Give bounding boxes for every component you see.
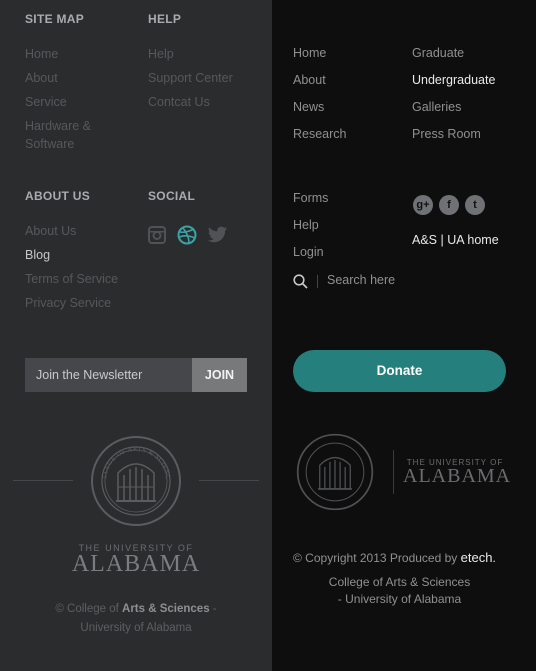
as-link[interactable]: A&S <box>412 233 437 247</box>
sitemap-link-home[interactable]: Home <box>25 45 58 63</box>
google-plus-icon[interactable]: g+ <box>413 195 433 215</box>
left-footer-panel: SITE MAP Home About Service Hardware & S… <box>0 0 272 671</box>
help-link-help[interactable]: Help <box>148 45 174 63</box>
sitemap-link-service[interactable]: Service <box>25 93 67 111</box>
newsletter-form: Join the Newsletter JOIN <box>25 358 247 392</box>
right-link-research[interactable]: Research <box>293 127 347 141</box>
social-heading: SOCIAL <box>148 189 196 203</box>
twitter-icon[interactable] <box>207 226 228 244</box>
ua-big-left: ALABAMA <box>71 551 201 577</box>
aboutus-link-about[interactable]: About Us <box>25 222 76 240</box>
right-link-pressroom[interactable]: Press Room <box>412 127 481 141</box>
twitter-circle-icon[interactable]: t <box>465 195 485 215</box>
donate-button[interactable]: Donate <box>293 350 506 392</box>
logo-divider <box>393 450 394 494</box>
dribbble-icon[interactable] <box>177 225 197 245</box>
right-link-login[interactable]: Login <box>293 245 324 259</box>
help-link-support[interactable]: Support Center <box>148 69 233 87</box>
newsletter-join-button[interactable]: JOIN <box>192 358 247 392</box>
search-divider <box>317 275 318 288</box>
ua-home-link[interactable]: UA home <box>447 233 498 247</box>
right-link-galleries[interactable]: Galleries <box>412 100 461 114</box>
right-copyright: © Copyright 2013 Produced by etech. <box>293 550 496 565</box>
divider-left <box>13 480 73 481</box>
right-link-graduate[interactable]: Graduate <box>412 46 464 60</box>
right-link-news[interactable]: News <box>293 100 324 114</box>
help-heading: HELP <box>148 12 182 26</box>
sitemap-link-about[interactable]: About <box>25 69 58 87</box>
right-social-icons: g+ f t <box>413 195 491 215</box>
right-college-line1: College of Arts & Sciences <box>328 575 471 589</box>
help-link-contact[interactable]: Contcat Us <box>148 93 210 111</box>
link-separator: | <box>440 233 444 247</box>
right-external-links: A&S | UA home <box>412 233 499 247</box>
right-link-about[interactable]: About <box>293 73 326 87</box>
right-link-undergraduate[interactable]: Undergraduate <box>412 73 495 87</box>
ua-big-right: ALABAMA <box>403 465 512 487</box>
left-copyright-line2: University of Alabama <box>80 622 192 634</box>
aboutus-link-privacy[interactable]: Privacy Service <box>25 294 111 312</box>
aboutus-heading: ABOUT US <box>25 189 91 203</box>
aboutus-link-blog[interactable]: Blog <box>25 246 50 264</box>
sitemap-link-hardware[interactable]: Hardware & Software <box>25 117 115 153</box>
college-seal-logo: COLLEGE OF ARTS & SCIENCES <box>90 435 181 526</box>
college-seal-logo-right <box>296 433 374 511</box>
left-copyright: © College of Arts & Sciences - <box>55 603 217 615</box>
right-college-line2: - University of Alabama <box>337 592 462 606</box>
search-icon[interactable] <box>293 274 308 289</box>
right-link-help[interactable]: Help <box>293 218 319 232</box>
aboutus-link-terms[interactable]: Terms of Service <box>25 270 118 288</box>
newsletter-input[interactable]: Join the Newsletter <box>25 358 192 392</box>
etech-brand: etech <box>460 550 493 565</box>
sitemap-heading: SITE MAP <box>25 12 85 26</box>
right-link-home[interactable]: Home <box>293 46 326 60</box>
instagram-icon[interactable] <box>148 226 166 244</box>
right-link-forms[interactable]: Forms <box>293 191 328 205</box>
facebook-icon[interactable]: f <box>439 195 459 215</box>
divider-right <box>199 480 259 481</box>
search-input[interactable]: Search here <box>327 273 395 287</box>
right-footer-panel: Home About News Research Graduate Underg… <box>272 0 536 671</box>
